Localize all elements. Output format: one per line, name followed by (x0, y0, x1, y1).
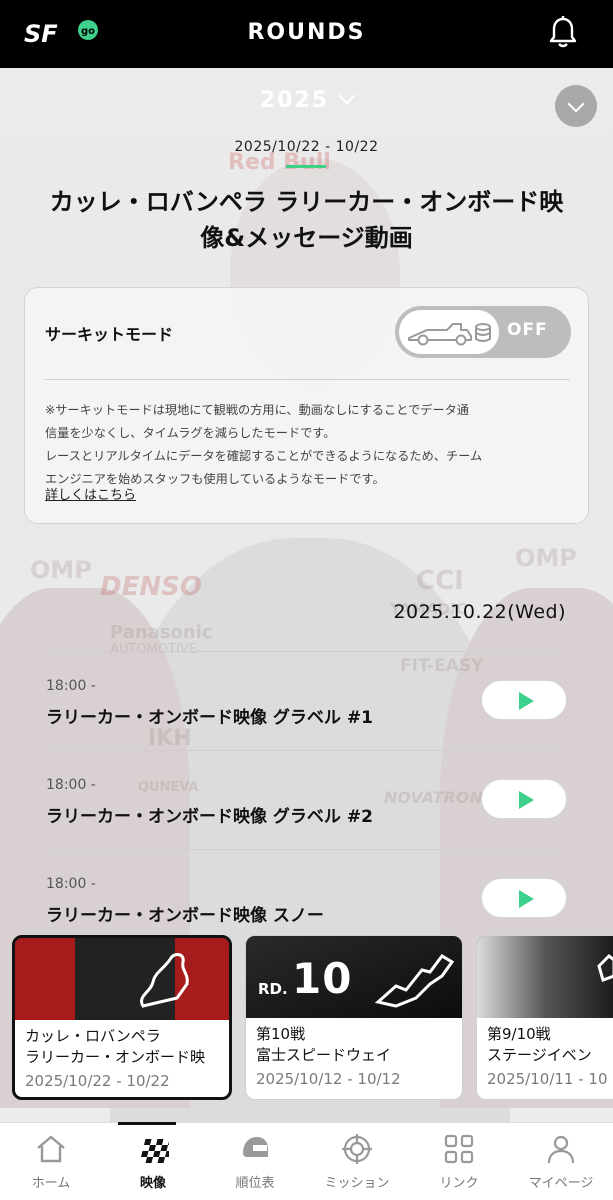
round-name-line1: 第9/10戦 (487, 1025, 551, 1043)
app-header: SF go ROUNDS (0, 0, 613, 68)
bottom-nav: ホーム 映像 順位表 ミッション リンク マイページ (0, 1122, 613, 1200)
nav-label: ミッション (324, 1176, 390, 1191)
desc-line: レースとリアルタイムにデータを確認することができるようになるため、チーム (45, 449, 483, 463)
bg-text-omp-right: OMP (515, 544, 577, 572)
video-time: 18:00 - (46, 777, 96, 793)
circuit-mode-toggle[interactable]: OFF (395, 306, 571, 358)
bg-text-fit-easy: FIT-EASY (400, 656, 484, 676)
nav-standings[interactable]: 順位表 (204, 1123, 306, 1200)
nav-mypage[interactable]: マイページ (510, 1123, 612, 1200)
bg-text-denso: DENSO (100, 572, 202, 602)
round-name: カッレ・ロバンペラ ラリーカー・オンボード映 (25, 1026, 205, 1068)
round-name: 第9/10戦 ステージイベン (487, 1024, 592, 1066)
nav-label: マイページ (528, 1176, 594, 1191)
round-name: 第10戦 富士スピードウェイ (256, 1024, 391, 1066)
round-badge-label: RD. (258, 980, 288, 998)
collapse-button[interactable] (555, 85, 597, 127)
circuit-mode-card: サーキットモード OFF ※サーキットモードは現地にて観戦の方用に、動画なしにす… (24, 287, 589, 524)
helmet-icon (243, 1137, 268, 1157)
nav-label: リンク (439, 1176, 479, 1191)
bg-text-panasonic: Panasonic (110, 622, 213, 643)
round-date: 2025/10/11 - 10 (487, 1070, 608, 1088)
event-title-line2: 像&メッセージ動画 (200, 224, 413, 252)
round-card[interactable]: 第9/10戦 ステージイベン 2025/10/11 - 10 (476, 935, 613, 1100)
round-date: 2025/10/12 - 10/12 (256, 1070, 401, 1088)
home-icon (37, 1135, 65, 1163)
event-title: カッレ・ロバンペラ ラリーカー・オンボード映 像&メッセージ動画 (20, 184, 593, 256)
nav-mission[interactable]: ミッション (306, 1123, 408, 1200)
event-title-line1: カッレ・ロバンペラ ラリーカー・オンボード映 (49, 188, 564, 216)
play-button[interactable] (481, 680, 567, 720)
video-time: 18:00 - (46, 876, 96, 892)
toggle-knob (399, 310, 499, 354)
play-button[interactable] (481, 878, 567, 918)
round-name-line1: 第10戦 (256, 1025, 306, 1043)
round-thumbnail (477, 936, 613, 1018)
card-divider (45, 379, 570, 380)
row-divider (44, 849, 566, 850)
bell-icon[interactable] (549, 16, 577, 48)
bg-text-omp-left: OMP (30, 556, 92, 584)
target-icon (342, 1134, 372, 1164)
round-name-line2: ステージイベン (487, 1046, 592, 1064)
row-divider (44, 750, 566, 751)
round-date: 2025/10/22 - 10/22 (25, 1072, 170, 1090)
round-thumbnail: RD. 10 (246, 936, 462, 1018)
round-name-line2: ラリーカー・オンボード映 (25, 1048, 206, 1066)
desc-line: ※サーキットモードは現地にて観戦の方用に、動画なしにすることでデータ通 (45, 403, 469, 417)
chevron-down-icon (338, 87, 356, 105)
bg-text-automotive: AUTOMOTIVE (110, 642, 197, 657)
play-button[interactable] (481, 779, 567, 819)
video-title[interactable]: ラリーカー・オンボード映像 グラベル #2 (46, 802, 373, 827)
date-underline (286, 165, 326, 168)
year-label: 2025 (259, 88, 330, 113)
nav-label: 順位表 (235, 1176, 275, 1191)
desc-line: 信量を少なくし、タイムラグを減らしたモードです。 (45, 426, 336, 440)
checkered-flag-icon (141, 1139, 169, 1163)
nav-video[interactable]: 映像 (102, 1123, 204, 1200)
bg-text-ikh: IKH (148, 726, 192, 751)
round-name-line2: 富士スピードウェイ (256, 1046, 392, 1064)
schedule-day: 2025.10.22(Wed) (393, 601, 566, 623)
round-card[interactable]: RD. 10 第10戦 富士スピードウェイ 2025/10/12 - 10/12 (245, 935, 463, 1100)
bg-text-cci: CCI (416, 566, 464, 596)
nav-home[interactable]: ホーム (0, 1123, 102, 1200)
video-time: 18:00 - (46, 678, 96, 694)
circuit-mode-label: サーキットモード (45, 325, 174, 344)
user-icon (547, 1135, 575, 1164)
year-selector[interactable]: 2025 (0, 87, 613, 113)
video-title[interactable]: ラリーカー・オンボード映像 グラベル #1 (46, 703, 373, 728)
nav-links[interactable]: リンク (408, 1123, 510, 1200)
nav-label: 映像 (139, 1176, 166, 1191)
grid-icon (444, 1134, 474, 1164)
row-divider (44, 651, 566, 652)
bg-text-quneva: QUNEVA (138, 780, 199, 795)
page-title: ROUNDS (247, 20, 366, 45)
details-link[interactable]: 詳しくはこちら (45, 484, 136, 503)
round-badge-number: 10 (292, 954, 353, 1003)
nav-active-indicator (118, 1122, 176, 1125)
nav-label: ホーム (31, 1176, 71, 1191)
round-name-line1: カッレ・ロバンペラ (25, 1027, 161, 1045)
round-card-selected[interactable]: カッレ・ロバンペラ ラリーカー・オンボード映 2025/10/22 - 10/2… (12, 935, 232, 1100)
bg-text-novatron: NOVATRON (384, 788, 483, 807)
circuit-mode-description: ※サーキットモードは現地にて観戦の方用に、動画なしにすることでデータ通 信量を少… (45, 399, 575, 491)
round-thumbnail (15, 938, 229, 1020)
event-date-range: 2025/10/22 - 10/22 (234, 139, 379, 155)
video-title[interactable]: ラリーカー・オンボード映像 スノー (46, 901, 324, 926)
toggle-state: OFF (507, 320, 548, 340)
race-car-icon (408, 323, 491, 346)
